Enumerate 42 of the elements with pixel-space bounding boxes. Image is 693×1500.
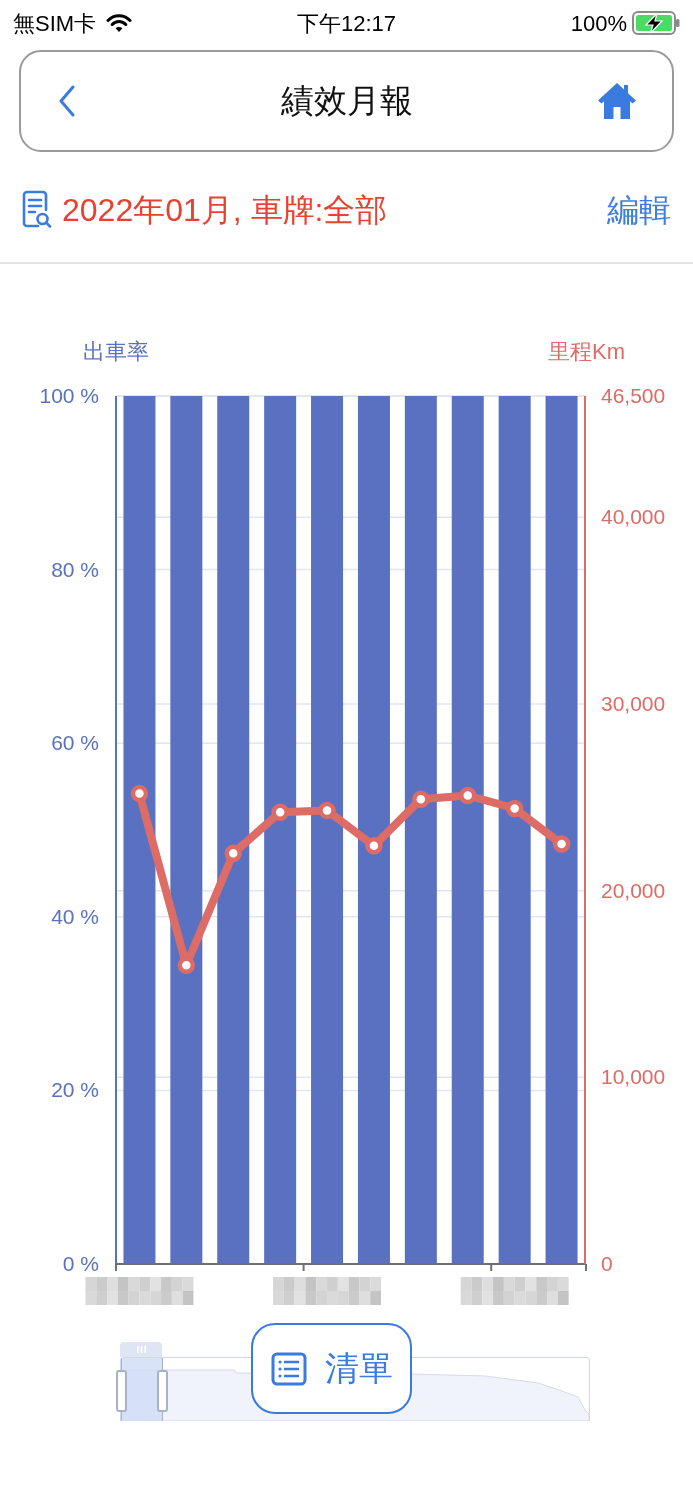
battery-charging-icon xyxy=(632,11,680,35)
axis-tick-label: 100 % xyxy=(39,384,99,407)
back-chevron-icon xyxy=(58,85,76,117)
data-point xyxy=(459,786,477,805)
data-point xyxy=(552,835,571,853)
axis-tick-label: 30,000 xyxy=(601,692,666,715)
data-point xyxy=(130,784,149,803)
axis-tick-label: 10,000 xyxy=(601,1065,666,1089)
list-icon xyxy=(270,1350,307,1387)
data-point xyxy=(177,956,196,975)
slider-handle[interactable] xyxy=(116,1370,127,1412)
wifi-icon xyxy=(106,13,133,33)
home-button[interactable] xyxy=(596,80,638,122)
document-search-icon xyxy=(22,190,52,230)
edit-link[interactable]: 編輯 xyxy=(607,186,671,234)
axis-tick-label: 20,000 xyxy=(601,878,666,902)
axis-tick-label: 60 % xyxy=(51,731,99,755)
grip-icon xyxy=(136,1346,146,1353)
slider-handle[interactable] xyxy=(157,1370,169,1412)
axis-title: 出車率 xyxy=(83,339,149,364)
axis-tick-label: 0 xyxy=(601,1252,613,1275)
carrier-label: 無SIM卡 xyxy=(13,9,97,38)
data-point xyxy=(365,837,383,855)
data-point xyxy=(505,799,524,818)
axis-tick-label: 40 % xyxy=(51,904,99,928)
data-point xyxy=(271,803,289,821)
axis-title: 里程Km xyxy=(548,339,625,364)
data-point xyxy=(412,790,430,808)
axis-tick-label: 80 % xyxy=(51,557,99,581)
page-title: 績效月報 xyxy=(280,81,413,122)
data-point xyxy=(318,801,336,820)
filter-summary: 2022年01月, 車牌:全部 xyxy=(62,191,388,230)
axis-tick-label: 46,500 xyxy=(601,384,666,407)
home-icon xyxy=(597,81,637,121)
axis-tick-label: 40,000 xyxy=(601,505,666,529)
status-time: 下午12:17 xyxy=(296,9,396,38)
list-button[interactable]: 清單 xyxy=(251,1323,412,1414)
slider-move-handle[interactable] xyxy=(120,1342,163,1357)
axis-tick-label: 0 % xyxy=(62,1252,99,1275)
battery-percent: 100% xyxy=(570,9,627,38)
data-point xyxy=(224,844,242,863)
axis-tick-label: 20 % xyxy=(51,1078,99,1102)
